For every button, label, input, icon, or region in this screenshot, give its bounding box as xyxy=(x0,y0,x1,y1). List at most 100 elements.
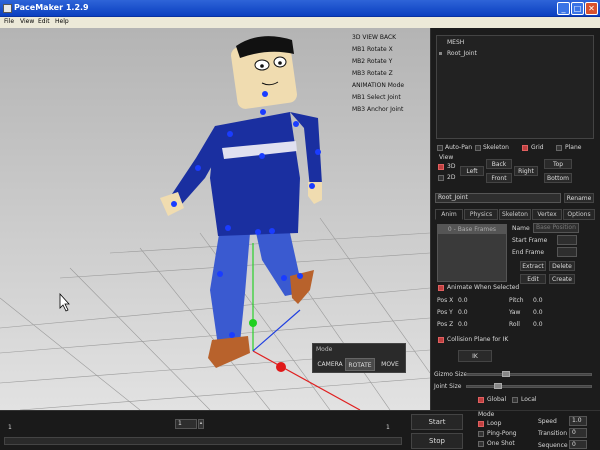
menu-edit[interactable]: Edit xyxy=(38,18,50,25)
auto-pan-checkbox[interactable] xyxy=(437,145,443,151)
pingpong-radio[interactable] xyxy=(478,431,484,437)
gizmo-size-thumb[interactable] xyxy=(502,371,510,377)
pos-y-label: Pos Y xyxy=(437,309,453,316)
anim-name-field[interactable]: Base Position xyxy=(533,223,579,233)
tab-physics[interactable]: Physics xyxy=(464,209,498,220)
gizmo-size-slider[interactable] xyxy=(466,373,592,376)
roll-label: Roll xyxy=(509,321,520,328)
pos-z-value[interactable]: 0.0 xyxy=(458,321,468,328)
sequence-label: Sequence xyxy=(538,442,568,449)
minimize-button[interactable]: _ xyxy=(557,2,570,15)
view-bottom-button[interactable]: Bottom xyxy=(544,173,572,183)
maximize-button[interactable]: □ xyxy=(571,2,584,15)
close-button[interactable]: ✕ xyxy=(585,2,598,15)
view-3d-radio[interactable] xyxy=(438,164,444,170)
rotate-mode-button[interactable]: ROTATE xyxy=(345,358,375,371)
animation-list[interactable]: 0 - Base Frames xyxy=(437,224,507,282)
left-leg xyxy=(210,228,250,346)
mouse-cursor-icon xyxy=(59,292,70,312)
view-left-button[interactable]: Left xyxy=(460,166,484,176)
yaw-value[interactable]: 0.0 xyxy=(533,309,543,316)
help-line: 3D VIEW BACK xyxy=(352,34,397,41)
end-frame-label: End Frame xyxy=(512,249,545,256)
plane-label: Plane xyxy=(565,144,582,151)
edit-button[interactable]: Edit xyxy=(520,274,546,284)
pos-y-value[interactable]: 0.0 xyxy=(458,309,468,316)
menu-help[interactable]: Help xyxy=(55,18,69,25)
grid-checkbox[interactable] xyxy=(522,145,528,151)
animate-when-selected-checkbox[interactable] xyxy=(438,285,444,291)
pos-x-value[interactable]: 0.0 xyxy=(458,297,468,304)
roll-value[interactable]: 0.0 xyxy=(533,321,543,328)
view-right-button[interactable]: Right xyxy=(514,166,538,176)
help-line: ANIMATION Mode xyxy=(352,82,405,89)
view-back-button[interactable]: Back xyxy=(486,159,512,169)
timeline-scrubber[interactable] xyxy=(4,437,402,445)
tab-vertex[interactable]: Vertex xyxy=(532,209,562,220)
help-line: MB1 Select Joint xyxy=(352,94,401,101)
timeline-start-number: 1 xyxy=(8,424,12,431)
animation-list-item[interactable]: 0 - Base Frames xyxy=(438,225,506,234)
rename-button[interactable]: Rename xyxy=(564,193,594,203)
help-line: MB3 Anchor Joint xyxy=(352,106,404,113)
frame-spinner-icon[interactable]: ▴ xyxy=(198,419,204,429)
tab-skeleton[interactable]: Skeleton xyxy=(499,209,531,220)
camera-mode-button[interactable]: CAMERA xyxy=(315,358,345,371)
loop-radio[interactable] xyxy=(478,421,484,427)
menu-file[interactable]: File xyxy=(4,18,14,25)
pitch-value[interactable]: 0.0 xyxy=(533,297,543,304)
transition-field[interactable]: 0 xyxy=(569,428,587,438)
menu-view[interactable]: View xyxy=(20,18,34,25)
mode-box: Mode CAMERA ROTATE MOVE xyxy=(312,343,406,373)
speed-field[interactable]: 1.0 xyxy=(569,416,587,426)
joint-size-thumb[interactable] xyxy=(494,383,502,389)
animate-when-selected-label: Animate When Selected xyxy=(447,284,520,291)
end-frame-field[interactable] xyxy=(557,247,577,257)
collision-plane-checkbox[interactable] xyxy=(438,337,444,343)
torso xyxy=(210,112,300,236)
start-button[interactable]: Start xyxy=(411,414,463,430)
joint-size-label: Joint Size xyxy=(434,383,462,390)
ik-button[interactable]: IK xyxy=(458,350,492,362)
start-frame-label: Start Frame xyxy=(512,237,548,244)
extract-button[interactable]: Extract xyxy=(520,261,546,271)
start-frame-field[interactable] xyxy=(557,235,577,245)
mode-box-title: Mode xyxy=(316,346,333,353)
skeleton-label: Skeleton xyxy=(483,144,509,151)
view-2d-radio[interactable] xyxy=(438,175,444,181)
local-label: Local xyxy=(521,396,537,403)
menu-bar xyxy=(0,17,600,28)
view-front-button[interactable]: Front xyxy=(486,173,512,183)
local-checkbox[interactable] xyxy=(512,397,518,403)
tree-bullet-icon xyxy=(439,52,442,55)
oneshot-radio[interactable] xyxy=(478,441,484,447)
tree-root-joint[interactable]: Root_Joint xyxy=(447,50,477,57)
global-checkbox[interactable] xyxy=(478,397,484,403)
plane-checkbox[interactable] xyxy=(556,145,562,151)
loop-label: Loop xyxy=(487,420,502,427)
gizmo-size-label: Gizmo Size xyxy=(434,371,468,378)
auto-pan-label: Auto-Pan xyxy=(445,144,473,151)
tab-options[interactable]: Options xyxy=(563,209,595,220)
move-mode-button[interactable]: MOVE xyxy=(376,358,404,371)
delete-button[interactable]: Delete xyxy=(549,261,575,271)
help-line: MB1 Rotate X xyxy=(352,46,393,53)
tree-root-mesh[interactable]: MESH xyxy=(447,39,464,46)
view-3d-label: 3D xyxy=(447,163,456,170)
scene-tree[interactable]: MESH Root_Joint xyxy=(436,35,594,139)
stop-button[interactable]: Stop xyxy=(411,433,463,449)
tab-anim[interactable]: Anim xyxy=(435,209,463,220)
sequence-field[interactable]: 0 xyxy=(569,440,587,449)
pingpong-label: Ping-Pong xyxy=(487,430,517,437)
app-icon xyxy=(3,4,12,13)
skeleton-checkbox[interactable] xyxy=(475,145,481,151)
joint-name-field[interactable]: Root_Joint xyxy=(435,193,561,203)
create-button[interactable]: Create xyxy=(549,274,575,284)
frame-number-field[interactable]: 1 xyxy=(175,419,197,429)
transition-label: Transition xyxy=(538,430,568,437)
view-top-button[interactable]: Top xyxy=(544,159,572,169)
pitch-label: Pitch xyxy=(509,297,524,304)
window-title: PaceMaker 1.2.9 xyxy=(14,3,89,12)
joint-size-slider[interactable] xyxy=(466,385,592,388)
view-2d-label: 2D xyxy=(447,174,456,181)
